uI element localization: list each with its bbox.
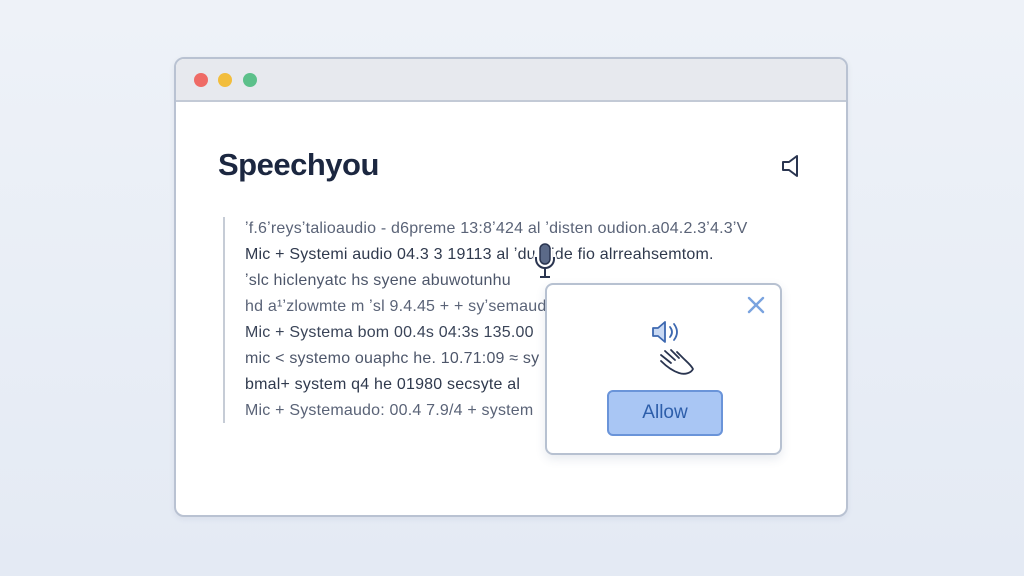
close-icon[interactable] [746,295,766,315]
transcript-line: Mic + Systemi audio 04.3 3 19113 al ʼdu … [245,246,714,263]
transcript-line: Mic + Systemaudo: 00.4 7.9/4 + system [245,402,534,419]
minimize-window-button[interactable] [218,73,232,87]
transcript-line: hd a¹ʼzlowmte m ʼsl 9.4.45 + + syʼsemaud [245,298,547,315]
transcript-line: bmal+ system q4 he 01980 secsyte al [245,376,521,393]
transcript-line: mic < systemo ouaphc he. 10.71:09 ≈ sy [245,350,540,367]
allow-button[interactable]: Allow [607,390,723,436]
transcript-line: Mic + Systema bom 00.4s 04:3s 135.00 [245,324,534,341]
transcript-line: ʼslc hiclenyatc hs syene abuwotunhu [245,272,511,289]
speaker-icon[interactable] [780,153,806,179]
hand-icon [660,349,694,375]
app-title: Speechyou [218,147,379,182]
speaker-icon [652,321,678,343]
close-window-button[interactable] [194,73,208,87]
microphone-icon[interactable] [532,241,558,281]
transcript-line: ʼf.6ʼreysʼtalioaudio - d6preme 13:8ʼ424 … [245,220,748,237]
audio-permission-dialog: Allow [545,283,782,455]
maximize-window-button[interactable] [243,73,257,87]
window-titlebar [176,59,846,102]
